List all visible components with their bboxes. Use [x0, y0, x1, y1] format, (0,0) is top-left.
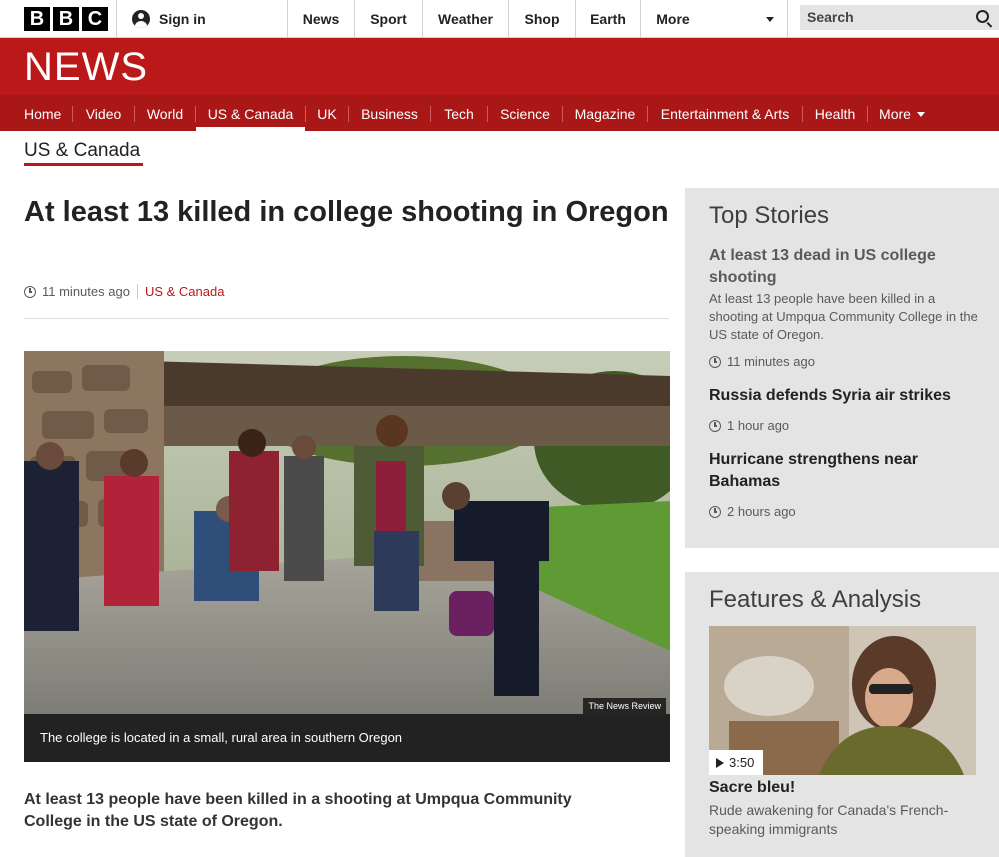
photo-credit: The News Review	[583, 698, 666, 714]
nav-item-business[interactable]: Business	[349, 95, 430, 131]
play-icon	[716, 757, 724, 768]
search-icon[interactable]	[976, 10, 989, 23]
clock-icon	[709, 355, 721, 368]
search-input[interactable]: Search	[800, 5, 999, 30]
top-story-time: 2 hours ago	[709, 504, 796, 519]
nav-item-science[interactable]: Science	[488, 95, 562, 131]
top-story-time: 11 minutes ago	[709, 354, 815, 369]
nav-item-more[interactable]: More	[868, 95, 936, 131]
nav-item-uk[interactable]: UK	[306, 95, 348, 131]
chevron-down-icon[interactable]	[766, 17, 774, 22]
divider	[136, 284, 138, 299]
top-stories-panel: Top Stories At least 13 dead in US colle…	[685, 188, 999, 548]
nav-item-magazine[interactable]: Magazine	[563, 95, 647, 131]
top-story-time-label: 1 hour ago	[727, 418, 790, 433]
photo-caption: The college is located in a small, rural…	[24, 714, 670, 762]
bbc-logo-letter: B	[24, 7, 50, 31]
bbc-logo-letter: C	[82, 7, 108, 31]
article-photo-illustration	[24, 351, 670, 714]
article-headline: At least 13 killed in college shooting i…	[24, 196, 669, 228]
article-section-link[interactable]: US & Canada	[145, 284, 225, 299]
top-story-link[interactable]: Russia defends Syria air strikes	[709, 385, 984, 407]
bbc-logo[interactable]: B B C	[24, 7, 108, 31]
top-story-link[interactable]: At least 13 dead in US college shooting	[709, 245, 984, 289]
chevron-down-icon	[916, 112, 925, 117]
sign-in-link[interactable]: Sign in	[132, 0, 206, 38]
top-story-time-label: 11 minutes ago	[727, 354, 815, 369]
section-underline	[24, 163, 143, 166]
section-title[interactable]: US & Canada	[24, 140, 140, 162]
feature-summary: Rude awakening for Canada's French-speak…	[709, 802, 949, 837]
nav-more-label: More	[879, 106, 911, 122]
feature-video-thumbnail[interactable]: 3:50	[709, 626, 976, 775]
topnav-sport[interactable]: Sport	[355, 0, 422, 38]
clock-icon	[24, 285, 36, 298]
feature-link[interactable]: Sacre bleu!	[709, 779, 795, 797]
global-top-bar: B B C Sign in News Sport Weather Shop Ea…	[0, 0, 999, 38]
clock-icon	[709, 505, 721, 518]
nav-item-entertainment-arts[interactable]: Entertainment & Arts	[648, 95, 802, 131]
sign-in-label: Sign in	[159, 11, 206, 27]
news-header: NEWS	[0, 38, 999, 95]
top-story-time-label: 2 hours ago	[727, 504, 796, 519]
top-stories-title: Top Stories	[709, 202, 830, 229]
top-story-time: 1 hour ago	[709, 418, 789, 433]
nav-item-home[interactable]: Home	[24, 95, 61, 131]
search-placeholder: Search	[807, 9, 854, 25]
top-story-link[interactable]: Hurricane strengthens near Bahamas	[709, 449, 984, 493]
divider	[116, 0, 117, 38]
nav-item-video[interactable]: Video	[73, 95, 134, 131]
topnav-more[interactable]: More	[641, 0, 705, 38]
bbc-logo-letter: B	[53, 7, 79, 31]
features-title: Features & Analysis	[709, 586, 922, 613]
article-time: 11 minutes ago	[42, 284, 130, 299]
article-lede: At least 13 people have been killed in a…	[24, 791, 572, 830]
nav-item-world[interactable]: World	[135, 95, 195, 131]
nav-item-us-canada[interactable]: US & Canada	[196, 95, 305, 131]
topnav-weather[interactable]: Weather	[423, 0, 508, 38]
features-panel: Features & Analysis 3:50 Sacre bleu! Rud…	[685, 572, 999, 857]
news-logo[interactable]: NEWS	[24, 47, 148, 87]
divider	[787, 0, 788, 38]
clock-icon	[709, 419, 721, 432]
top-story-summary: At least 13 people have been killed in a…	[709, 291, 978, 342]
video-play-badge[interactable]: 3:50	[709, 750, 763, 775]
section-nav: Home Video World US & Canada UK Business…	[0, 95, 999, 131]
nav-item-tech[interactable]: Tech	[431, 95, 487, 131]
nav-item-health[interactable]: Health	[803, 95, 867, 131]
topnav-news[interactable]: News	[288, 0, 354, 38]
video-duration: 3:50	[729, 755, 755, 770]
article-photo: The News Review	[24, 351, 670, 714]
divider	[24, 318, 669, 319]
topnav-shop[interactable]: Shop	[509, 0, 575, 38]
article-meta: 11 minutes ago US & Canada	[24, 284, 224, 299]
user-icon	[132, 10, 150, 28]
topnav-earth[interactable]: Earth	[576, 0, 640, 38]
